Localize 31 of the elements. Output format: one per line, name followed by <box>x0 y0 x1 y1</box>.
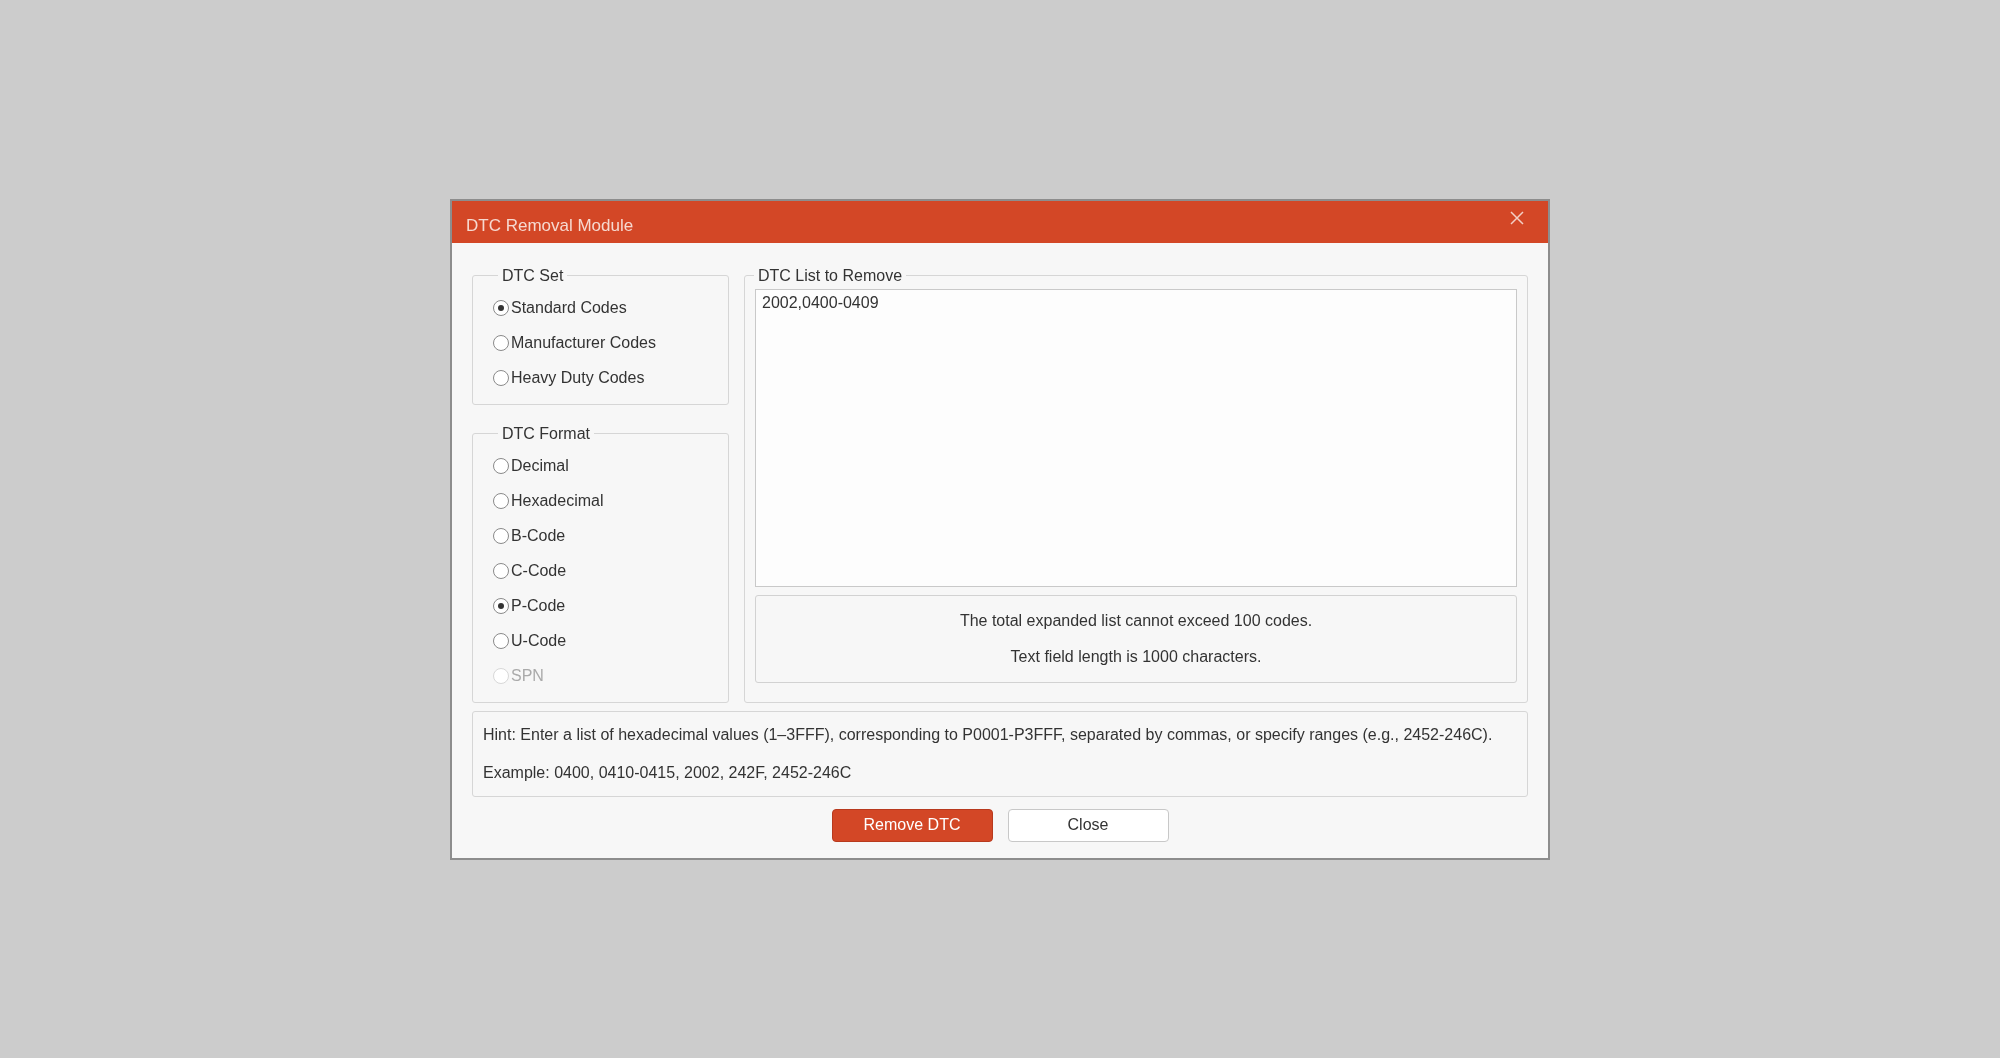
dtc-list-field[interactable]: 2002,0400-0409 <box>755 288 1517 587</box>
group-title: DTC Format <box>501 424 591 443</box>
radio-label: Standard Codes <box>511 299 627 317</box>
radio-label: SPN <box>511 667 544 685</box>
info-text: Text field length is 1000 characters. <box>1010 647 1262 666</box>
radio-button[interactable] <box>493 335 509 351</box>
group-title: DTC List to Remove <box>757 266 904 285</box>
radio-button[interactable] <box>493 598 509 614</box>
remove-button[interactable]: Remove DTC <box>831 808 993 842</box>
radio-button[interactable] <box>493 370 509 386</box>
close-button[interactable]: Close <box>1007 808 1169 842</box>
radio-label: Decimal <box>511 457 569 475</box>
hint-text: Example: 0400, 0410-0415, 2002, 242F, 2452-246C <box>483 763 853 782</box>
radio-label: U-Code <box>511 632 567 650</box>
radio-label: C-Code <box>511 562 567 580</box>
info-text: The total expanded list cannot exceed 100 codes. <box>959 611 1313 630</box>
radio-button[interactable] <box>493 633 509 649</box>
radio-label: B-Code <box>511 527 566 545</box>
window-title: DTC Removal Module <box>466 215 634 236</box>
close-icon[interactable] <box>1510 210 1524 225</box>
group-title: DTC Set <box>501 266 565 285</box>
radio-button[interactable] <box>493 458 509 474</box>
radio-label: Hexadecimal <box>511 492 604 510</box>
radio-label: P-Code <box>511 597 566 615</box>
radio-button[interactable] <box>493 528 509 544</box>
radio-button[interactable] <box>493 563 509 579</box>
radio-label: Manufacturer Codes <box>511 334 656 352</box>
hint-text: Hint: Enter a list of hexadecimal values (1–3FFF), corresponding to P0001-P3FFF, separated by commas, or specify ranges (e.g., 2452-246C). <box>483 725 1494 744</box>
radio-button[interactable] <box>493 300 509 316</box>
radio-button[interactable] <box>493 493 509 509</box>
radio-label: Heavy Duty Codes <box>511 369 645 387</box>
